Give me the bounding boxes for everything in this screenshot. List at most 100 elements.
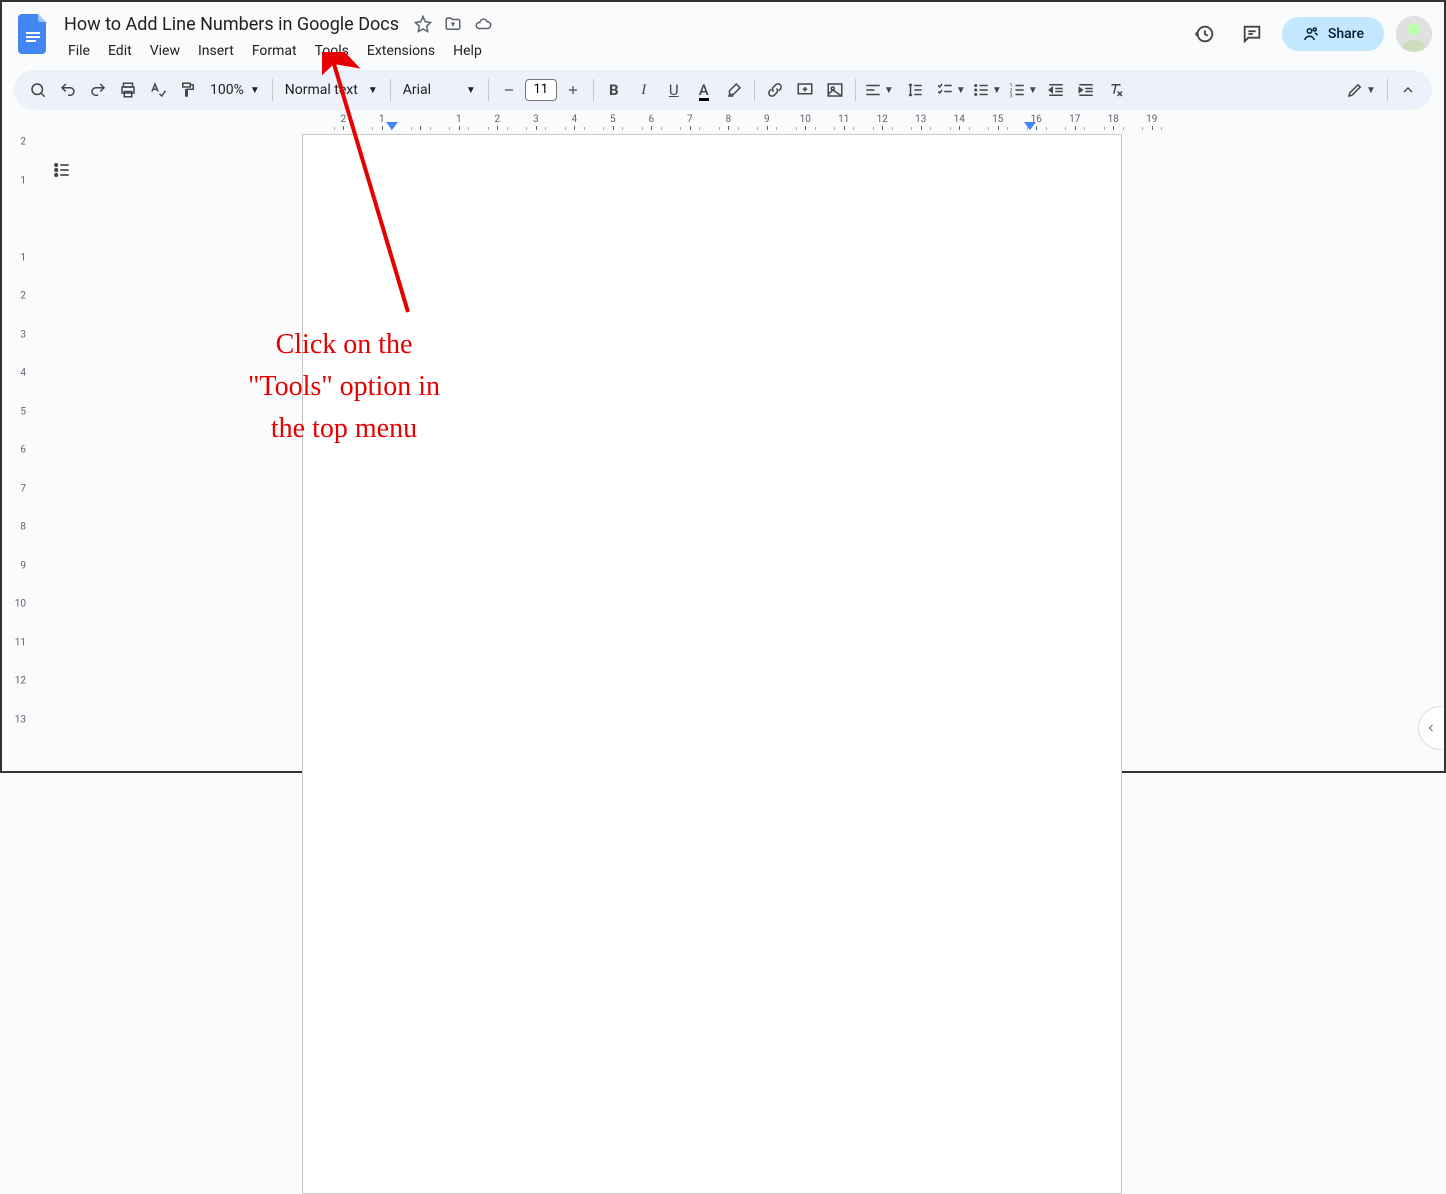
menu-view[interactable]: View bbox=[142, 41, 188, 61]
ruler-tick bbox=[401, 114, 440, 130]
comments-icon[interactable] bbox=[1234, 16, 1270, 52]
avatar[interactable] bbox=[1396, 16, 1432, 52]
chevron-down-icon: ▼ bbox=[250, 85, 260, 96]
document-page[interactable] bbox=[302, 134, 1122, 1194]
ruler-tick: 17 bbox=[1056, 114, 1095, 130]
ruler-tick: 19 bbox=[1133, 114, 1172, 130]
history-icon[interactable] bbox=[1186, 16, 1222, 52]
style-value: Normal text bbox=[285, 82, 358, 98]
spellcheck-icon[interactable] bbox=[144, 76, 172, 104]
paragraph-style-select[interactable]: Normal text ▼ bbox=[279, 76, 384, 104]
ruler-tick: 13 bbox=[902, 114, 941, 130]
cloud-status-icon[interactable] bbox=[473, 14, 493, 34]
font-select[interactable]: Arial ▼ bbox=[397, 76, 482, 104]
insert-link-icon[interactable] bbox=[761, 76, 789, 104]
align-icon[interactable]: ▼ bbox=[862, 76, 896, 104]
separator bbox=[272, 79, 273, 101]
numbered-list-icon[interactable]: 123▼ bbox=[1006, 76, 1040, 104]
ruler-tick: 14 bbox=[940, 114, 979, 130]
font-value: Arial bbox=[403, 82, 431, 98]
side-panel-toggle[interactable] bbox=[1418, 706, 1442, 750]
decrease-font-size-button[interactable] bbox=[495, 76, 523, 104]
share-button[interactable]: Share bbox=[1282, 17, 1384, 51]
menu-bar: File Edit View Insert Format Tools Exten… bbox=[60, 38, 1186, 64]
star-icon[interactable] bbox=[413, 14, 433, 34]
chevron-down-icon: ▼ bbox=[368, 85, 378, 96]
menu-tools[interactable]: Tools bbox=[307, 41, 357, 61]
line-spacing-icon[interactable] bbox=[898, 76, 932, 104]
separator bbox=[488, 79, 489, 101]
title-area: How to Add Line Numbers in Google Docs F… bbox=[60, 10, 1186, 64]
decrease-indent-icon[interactable] bbox=[1042, 76, 1070, 104]
ruler-tick: 8 bbox=[20, 522, 26, 533]
ruler-tick: 3 bbox=[517, 114, 556, 130]
menu-edit[interactable]: Edit bbox=[100, 41, 140, 61]
font-size-input[interactable]: 11 bbox=[525, 79, 557, 101]
ruler-tick: 10 bbox=[786, 114, 825, 130]
ruler-tick: 3 bbox=[20, 329, 26, 340]
increase-font-size-button[interactable] bbox=[559, 76, 587, 104]
ruler-tick: 16 bbox=[1017, 114, 1056, 130]
separator bbox=[593, 79, 594, 101]
svg-text:3: 3 bbox=[1009, 94, 1012, 100]
text-color-icon[interactable]: A bbox=[690, 76, 718, 104]
redo-icon[interactable] bbox=[84, 76, 112, 104]
menu-insert[interactable]: Insert bbox=[190, 41, 242, 61]
ruler-tick: 18 bbox=[1094, 114, 1133, 130]
ruler-tick: 9 bbox=[20, 560, 26, 571]
menu-file[interactable]: File bbox=[60, 41, 98, 61]
document-outline-icon[interactable] bbox=[46, 154, 78, 186]
italic-icon[interactable]: I bbox=[630, 76, 658, 104]
ruler-tick: 2 bbox=[324, 114, 363, 130]
underline-icon[interactable]: U bbox=[660, 76, 688, 104]
ruler-tick: 7 bbox=[671, 114, 710, 130]
paint-format-icon[interactable] bbox=[174, 76, 202, 104]
search-icon[interactable] bbox=[24, 76, 52, 104]
add-comment-icon[interactable] bbox=[791, 76, 819, 104]
ruler-tick: 6 bbox=[632, 114, 671, 130]
horizontal-ruler[interactable]: 2112345678910111213141516171819 bbox=[34, 114, 1432, 134]
separator bbox=[855, 79, 856, 101]
left-indent-marker[interactable] bbox=[386, 122, 398, 130]
checklist-icon[interactable]: ▼ bbox=[934, 76, 968, 104]
ruler-tick: 6 bbox=[20, 445, 26, 456]
editing-mode-icon[interactable]: ▼ bbox=[1341, 76, 1381, 104]
separator bbox=[754, 79, 755, 101]
ruler-tick: 2 bbox=[478, 114, 517, 130]
menu-extensions[interactable]: Extensions bbox=[359, 41, 443, 61]
header: How to Add Line Numbers in Google Docs F… bbox=[2, 2, 1444, 62]
increase-indent-icon[interactable] bbox=[1072, 76, 1100, 104]
ruler-tick: 1 bbox=[440, 114, 479, 130]
ruler-tick: 1 bbox=[20, 252, 26, 263]
print-icon[interactable] bbox=[114, 76, 142, 104]
menu-help[interactable]: Help bbox=[445, 41, 490, 61]
clear-formatting-icon[interactable] bbox=[1102, 76, 1130, 104]
ruler-tick: 8 bbox=[709, 114, 748, 130]
vertical-ruler[interactable]: 2112345678910111213 bbox=[8, 2, 28, 771]
people-icon bbox=[1302, 25, 1320, 43]
ruler-tick: 2 bbox=[20, 137, 26, 148]
bold-icon[interactable]: B bbox=[600, 76, 628, 104]
bulleted-list-icon[interactable]: ▼ bbox=[970, 76, 1004, 104]
highlight-color-icon[interactable] bbox=[720, 76, 748, 104]
right-indent-marker[interactable] bbox=[1024, 122, 1036, 130]
separator bbox=[1387, 79, 1388, 101]
undo-icon[interactable] bbox=[54, 76, 82, 104]
collapse-toolbar-icon[interactable] bbox=[1394, 76, 1422, 104]
ruler-tick: 7 bbox=[20, 483, 26, 494]
separator bbox=[390, 79, 391, 101]
ruler-tick: 2 bbox=[20, 291, 26, 302]
insert-image-icon[interactable] bbox=[821, 76, 849, 104]
toolbar: 100% ▼ Normal text ▼ Arial ▼ 11 B I U A … bbox=[14, 70, 1432, 110]
ruler-tick: 13 bbox=[15, 714, 26, 725]
menu-format[interactable]: Format bbox=[244, 41, 305, 61]
document-title[interactable]: How to Add Line Numbers in Google Docs bbox=[60, 14, 403, 35]
share-label: Share bbox=[1328, 26, 1364, 42]
ruler-tick: 4 bbox=[20, 368, 26, 379]
ruler-tick: 5 bbox=[594, 114, 633, 130]
ruler-tick: 12 bbox=[15, 676, 26, 687]
zoom-select[interactable]: 100% ▼ bbox=[204, 76, 266, 104]
ruler-tick: 11 bbox=[15, 637, 26, 648]
chevron-down-icon: ▼ bbox=[466, 85, 476, 96]
move-icon[interactable] bbox=[443, 14, 463, 34]
